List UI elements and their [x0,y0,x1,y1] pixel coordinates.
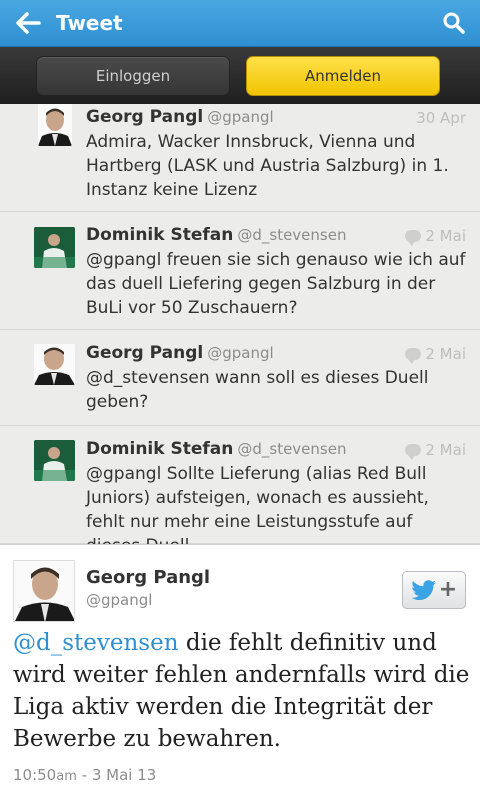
tweet-text: @gpangl Sollte Lieferung (alias Red Bull… [86,464,429,544]
avatar[interactable] [34,440,75,481]
reply-icon [405,348,422,364]
back-arrow-icon [16,12,41,34]
page-title: Tweet [56,11,123,35]
avatar[interactable] [34,227,75,268]
list-item[interactable]: Georg Pangl @gpangl 2 Mai @d_stevensen wa… [0,330,480,426]
list-item[interactable]: Dominik Stefan @d_stevensen 2 Mai @gpangl… [0,212,480,330]
search-icon [443,12,465,34]
reply-icon [405,444,422,460]
list-item[interactable]: Georg Pangl @gpangl 30 Apr Admira, Wacker… [0,104,480,212]
conversation-list: Georg Pangl @gpangl 30 Apr Admira, Wacker… [0,104,480,544]
tweet-date: 30 Apr [416,109,466,127]
follow-button[interactable]: + [402,571,466,609]
author-handle: @d_stevensen [237,440,347,458]
tweet-text: Admira, Wacker Innsbruck, Vienna und Har… [86,132,449,200]
signup-button[interactable]: Anmelden [246,56,440,96]
tweet-text: @gpangl freuen sie sich genauso wie ich … [86,250,466,318]
tweet-date: 2 Mai [405,441,466,460]
mention-link[interactable]: @d_stevensen [13,630,179,656]
plus-icon: + [438,577,458,602]
tweet-date: 2 Mai [405,227,466,246]
tweet-body: @d_stevensen die fehlt definitiv und wir… [13,630,470,752]
tweet-date: 2 Mai [405,345,466,364]
author-handle: @d_stevensen [237,226,347,244]
author-name: Dominik Stefan @d_stevensen [86,439,347,459]
author-name: Dominik Stefan @d_stevensen [86,225,347,245]
author-name: Georg Pangl @gpangl [86,107,274,127]
reply-icon [405,230,422,246]
twitter-bird-icon [411,580,436,600]
author-name: Georg Pangl @gpangl [86,343,274,363]
list-item[interactable]: Dominik Stefan @d_stevensen 2 Mai @gpangl… [0,426,480,544]
avatar[interactable] [38,104,72,146]
author-handle: @gpangl [207,108,274,126]
tweet-timestamp: 10:50am - 3 Mai 13 [13,766,157,784]
author-handle: @gpangl [207,344,274,362]
focused-tweet: Georg Pangl @gpangl + @d_stevensen die f… [0,544,480,800]
author-handle: @gpangl [86,591,153,609]
tweet-text: @d_stevensen wann soll es dieses Duell g… [86,368,429,412]
avatar[interactable] [13,560,75,622]
back-button[interactable] [0,0,56,47]
action-bar: Tweet [0,0,480,47]
author-name: Georg Pangl [86,567,211,588]
search-button[interactable] [428,0,480,47]
auth-bar: Einloggen Anmelden [0,47,480,104]
login-button[interactable]: Einloggen [36,56,230,96]
avatar[interactable] [34,344,75,385]
